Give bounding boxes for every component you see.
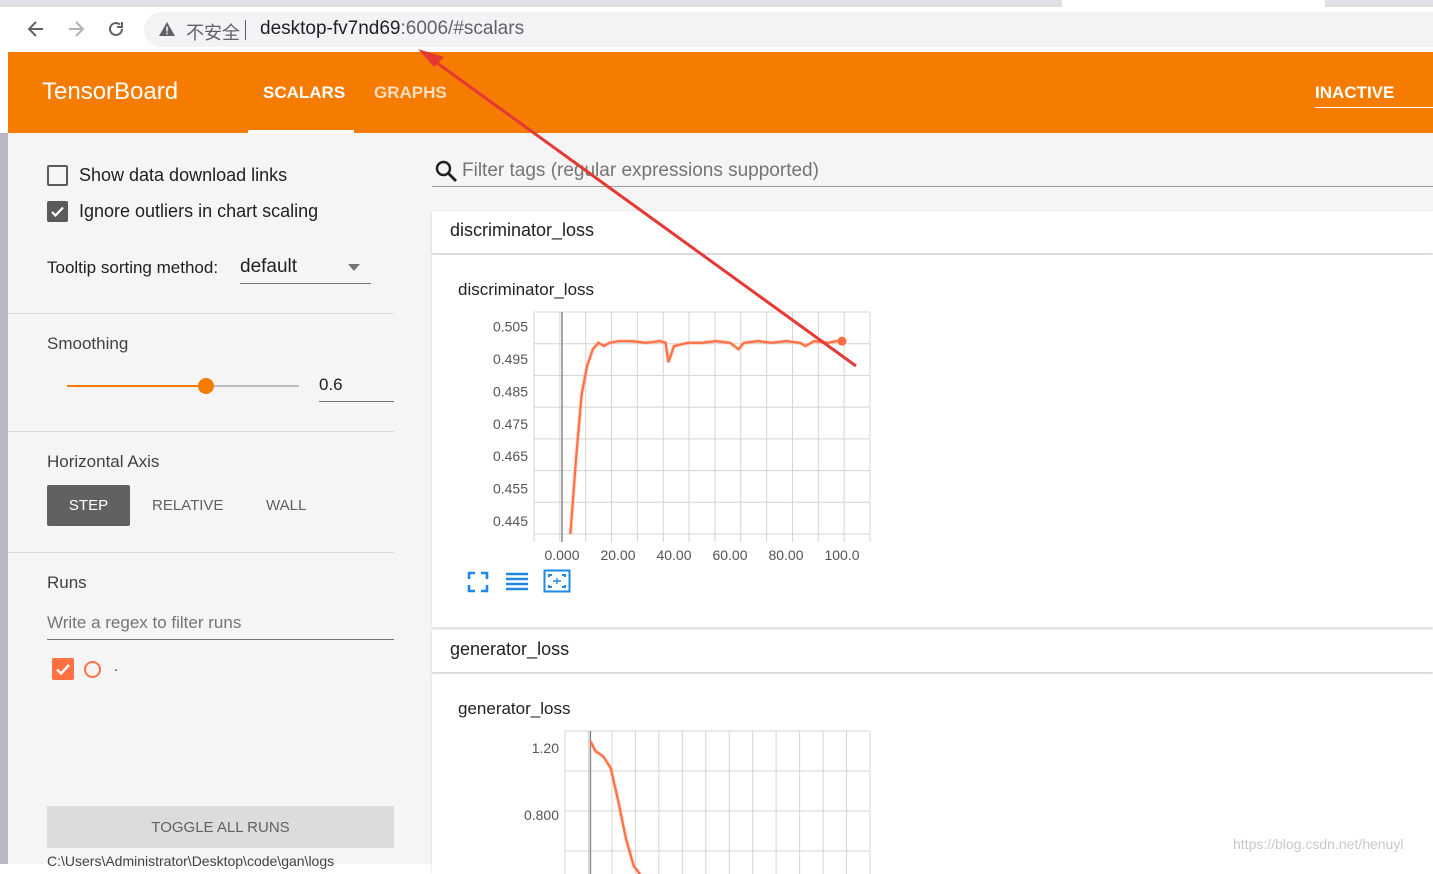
y-tick-label: 1.20 (532, 740, 559, 756)
x-tick-label: 0.000 (544, 547, 579, 563)
smoothing-label: Smoothing (47, 334, 129, 353)
show-download-links-label: Show data download links (79, 165, 288, 185)
x-tick-label: 100.0 (824, 547, 859, 563)
divider (8, 552, 394, 553)
category-title: discriminator_loss (450, 220, 595, 240)
arrow-left-icon (27, 21, 43, 37)
search-icon (435, 160, 457, 182)
x-tick-label: 60.00 (712, 547, 747, 563)
run-name: . (114, 658, 119, 675)
run-checkbox[interactable] (52, 658, 74, 680)
app-title: TensorBoard (42, 78, 179, 105)
forward-button[interactable] (63, 16, 89, 42)
back-button[interactable] (23, 16, 49, 42)
tab-strip-right (1325, 0, 1433, 7)
y-tick-label: 0.800 (524, 807, 559, 823)
fit-domain-button[interactable] (543, 569, 571, 598)
y-tick-label: 0.475 (493, 416, 528, 432)
y-tick-label: 0.455 (493, 481, 528, 497)
checkmark-icon (56, 664, 70, 676)
address-bar[interactable]: 不安全 desktop-fv7nd69:6006/#scalars (144, 12, 1433, 47)
category-title: generator_loss (450, 639, 570, 659)
smoothing-value: 0.6 (319, 375, 343, 394)
axis-step-button[interactable]: STEP (47, 485, 130, 526)
window-edge (0, 133, 8, 864)
arrow-right-icon (69, 21, 85, 37)
divider (8, 313, 394, 314)
tab-graphs[interactable]: GRAPHS (374, 83, 447, 103)
address-separator (245, 20, 246, 40)
discriminator-loss-chart[interactable]: 0.505 0.495 0.485 0.475 0.465 0.455 0.445 0.000… (432, 255, 892, 575)
watermark: https://blog.csdn.net/henuyl (1233, 836, 1404, 852)
main-content: Filter tags (regular expressions support… (409, 133, 1433, 874)
x-tick-label: 20.00 (600, 547, 635, 563)
category-header-discriminator-loss[interactable]: discriminator_loss (432, 211, 1433, 253)
ignore-outliers-label: Ignore outliers in chart scaling (79, 201, 319, 221)
tab-scalars[interactable]: SCALARS (263, 83, 345, 103)
y-tick-label: 0.485 (493, 383, 528, 399)
y-axis-log-toggle[interactable] (505, 571, 529, 598)
url-path: :6006/#scalars (400, 18, 525, 39)
reload-icon (109, 21, 123, 36)
x-tick-label: 80.00 (768, 547, 803, 563)
x-tick-label: 40.00 (656, 547, 691, 563)
browser-toolbar: 不安全 desktop-fv7nd69:6006/#scalars (0, 0, 1433, 52)
show-download-links-checkbox[interactable] (47, 165, 68, 186)
warning-icon (159, 22, 175, 36)
toggle-all-runs-button[interactable]: TOGGLE ALL RUNS (47, 806, 394, 848)
sidebar: Show data download links Ignore outliers… (8, 133, 409, 869)
tooltip-sorting-select[interactable]: default (240, 251, 371, 284)
list-icon (506, 572, 528, 591)
tag-filter-input[interactable]: Filter tags (regular expressions support… (432, 153, 1433, 187)
runs-filter-input[interactable]: Write a regex to filter runs (47, 607, 394, 640)
app-header: TensorBoard SCALARS GRAPHS INACTIVE (8, 52, 1433, 133)
insecure-label: 不安全 (186, 23, 240, 43)
fullscreen-icon (467, 571, 489, 593)
category-header-generator-loss[interactable]: generator_loss (432, 630, 1433, 672)
fit-domain-icon (543, 569, 571, 593)
y-tick-label: 0.495 (493, 351, 528, 367)
y-tick-label: 0.445 (493, 513, 528, 529)
slider-knob[interactable] (198, 378, 215, 394)
y-tick-label: 0.505 (493, 319, 528, 335)
run-color-circle[interactable] (84, 661, 101, 678)
slider-fill (67, 385, 207, 387)
axis-relative-button[interactable]: RELATIVE (152, 497, 223, 514)
inactive-underline (1315, 107, 1433, 108)
category-pane-discriminator-loss: discriminator_loss 0.505 0.495 0.485 0.475 0… (432, 255, 1433, 627)
checkmark-icon (51, 206, 64, 218)
y-tick-label: 0.465 (493, 448, 528, 464)
axis-wall-button[interactable]: WALL (266, 497, 306, 514)
logdir-path: C:\Users\Administrator\Desktop\code\gan\… (47, 853, 335, 869)
tab-strip (0, 0, 1062, 7)
url-text[interactable]: desktop-fv7nd69:6006/#scalars (260, 18, 524, 40)
chevron-down-icon (348, 264, 360, 271)
smoothing-input[interactable]: 0.6 (319, 371, 394, 402)
runs-label: Runs (47, 573, 87, 592)
divider (8, 431, 394, 432)
url-host: desktop-fv7nd69 (260, 18, 401, 39)
ignore-outliers-checkbox[interactable] (47, 201, 68, 222)
generator-loss-chart[interactable]: 1.20 0.800 (432, 674, 892, 874)
series-end-point (837, 336, 847, 346)
tag-filter-placeholder: Filter tags (regular expressions support… (462, 160, 819, 181)
fullscreen-button[interactable] (467, 571, 489, 598)
tooltip-sorting-value: default (240, 256, 298, 277)
horizontal-axis-label: Horizontal Axis (47, 452, 160, 471)
tooltip-sorting-label: Tooltip sorting method: (47, 258, 219, 277)
reload-button[interactable] (103, 16, 129, 42)
runs-filter-placeholder: Write a regex to filter runs (47, 613, 242, 632)
inactive-dropdown[interactable]: INACTIVE (1315, 83, 1394, 103)
